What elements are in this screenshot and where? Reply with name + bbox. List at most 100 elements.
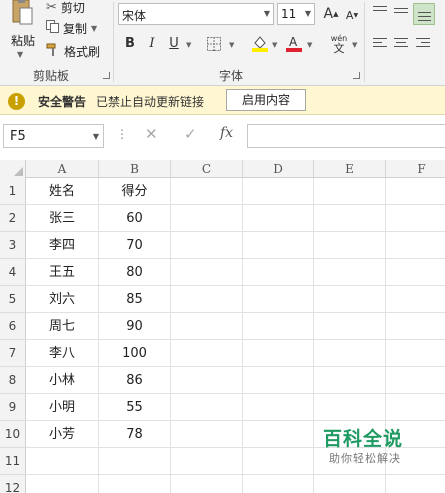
phonetic-button[interactable]: wén 文 bbox=[328, 34, 350, 55]
grid-cell[interactable]: 张三 bbox=[26, 205, 99, 232]
grid-cell[interactable] bbox=[314, 178, 386, 205]
grid-cell[interactable]: 李八 bbox=[26, 340, 99, 367]
grid-cell[interactable] bbox=[171, 286, 243, 313]
grid-cell[interactable]: 78 bbox=[99, 421, 171, 448]
align-top-icon[interactable] bbox=[373, 6, 389, 20]
grid-cell[interactable]: 小明 bbox=[26, 394, 99, 421]
grid-cell[interactable] bbox=[99, 475, 171, 493]
grid-cell[interactable] bbox=[386, 340, 445, 367]
align-center-icon[interactable] bbox=[394, 38, 410, 52]
chevron-down-icon[interactable]: ▼ bbox=[93, 132, 99, 141]
column-header-d[interactable]: D bbox=[243, 160, 314, 178]
bold-button[interactable]: B bbox=[121, 34, 139, 54]
italic-button[interactable]: I bbox=[143, 34, 161, 54]
chevron-down-icon[interactable]: ▼ bbox=[305, 9, 311, 18]
grid-cell[interactable] bbox=[243, 394, 314, 421]
grid-cell[interactable] bbox=[386, 394, 445, 421]
chevron-down-icon[interactable]: ▼ bbox=[264, 9, 270, 18]
grid-cell[interactable] bbox=[314, 259, 386, 286]
grid-cell[interactable] bbox=[171, 475, 243, 493]
grid-cell[interactable] bbox=[243, 367, 314, 394]
row-header[interactable]: 4 bbox=[0, 259, 26, 286]
grid-cell[interactable] bbox=[171, 205, 243, 232]
row-header[interactable]: 6 bbox=[0, 313, 26, 340]
column-header-f[interactable]: F bbox=[386, 160, 445, 178]
grid-cell[interactable]: 70 bbox=[99, 232, 171, 259]
grid-cell[interactable] bbox=[171, 394, 243, 421]
grid-cell[interactable] bbox=[99, 448, 171, 475]
grid-cell[interactable] bbox=[314, 313, 386, 340]
row-header[interactable]: 8 bbox=[0, 367, 26, 394]
grid-cell[interactable] bbox=[314, 475, 386, 493]
grid-cell[interactable] bbox=[26, 475, 99, 493]
border-icon[interactable] bbox=[207, 37, 221, 54]
grid-cell[interactable]: 周七 bbox=[26, 313, 99, 340]
align-right-icon[interactable] bbox=[416, 38, 432, 52]
border-dropdown-icon[interactable]: ▼ bbox=[229, 41, 234, 49]
font-color-icon[interactable]: A bbox=[285, 34, 303, 55]
grid-cell[interactable] bbox=[386, 259, 445, 286]
grid-cell[interactable]: 85 bbox=[99, 286, 171, 313]
grid-cell[interactable]: 得分 bbox=[99, 178, 171, 205]
grid-cell[interactable] bbox=[314, 340, 386, 367]
grid-cell[interactable]: 李四 bbox=[26, 232, 99, 259]
grid-cell[interactable] bbox=[243, 421, 314, 448]
enable-content-button[interactable]: 启用内容 bbox=[226, 89, 306, 111]
phonetic-dropdown-icon[interactable]: ▼ bbox=[352, 41, 357, 49]
grid-cell[interactable] bbox=[243, 448, 314, 475]
cancel-icon[interactable]: ✕ bbox=[145, 125, 158, 143]
grid-cell[interactable] bbox=[314, 394, 386, 421]
grid-cell[interactable] bbox=[386, 232, 445, 259]
grid-cell[interactable] bbox=[171, 259, 243, 286]
row-header[interactable]: 2 bbox=[0, 205, 26, 232]
row-header[interactable]: 7 bbox=[0, 340, 26, 367]
font-color-dropdown-icon[interactable]: ▼ bbox=[307, 41, 312, 49]
fill-color-icon[interactable] bbox=[251, 34, 269, 55]
row-header[interactable]: 1 bbox=[0, 178, 26, 205]
row-header[interactable]: 11 bbox=[0, 448, 26, 475]
align-bottom-icon[interactable] bbox=[413, 3, 435, 25]
grid-cell[interactable] bbox=[171, 340, 243, 367]
grid-cell[interactable]: 80 bbox=[99, 259, 171, 286]
row-header[interactable]: 3 bbox=[0, 232, 26, 259]
grid-cell[interactable] bbox=[171, 313, 243, 340]
row-header[interactable]: 10 bbox=[0, 421, 26, 448]
shrink-font-button[interactable]: A▼ bbox=[343, 6, 361, 26]
font-size-combo[interactable]: 11 ▼ bbox=[277, 3, 315, 25]
grid-cell[interactable] bbox=[243, 259, 314, 286]
grid-cell[interactable]: 60 bbox=[99, 205, 171, 232]
grid-cell[interactable]: 小芳 bbox=[26, 421, 99, 448]
grow-font-button[interactable]: A▲ bbox=[322, 4, 340, 24]
grid-cell[interactable] bbox=[386, 313, 445, 340]
grid-cell[interactable] bbox=[243, 286, 314, 313]
grid-cell[interactable] bbox=[171, 421, 243, 448]
grid-cell[interactable]: 90 bbox=[99, 313, 171, 340]
grid-cell[interactable] bbox=[386, 367, 445, 394]
font-name-combo[interactable]: 宋体 ▼ bbox=[118, 3, 274, 25]
insert-function-icon[interactable]: fx bbox=[220, 125, 233, 141]
grid-cell[interactable] bbox=[171, 448, 243, 475]
grid-cell[interactable] bbox=[243, 205, 314, 232]
column-header-e[interactable]: E bbox=[314, 160, 386, 178]
grid-cell[interactable] bbox=[26, 448, 99, 475]
grid-cell[interactable] bbox=[243, 232, 314, 259]
grid-cell[interactable] bbox=[243, 340, 314, 367]
copy-dropdown-icon[interactable]: ▼ bbox=[91, 24, 97, 33]
grid-cell[interactable]: 55 bbox=[99, 394, 171, 421]
paste-button[interactable]: 粘贴 bbox=[11, 32, 35, 49]
grid-cell[interactable] bbox=[171, 367, 243, 394]
fill-color-dropdown-icon[interactable]: ▼ bbox=[272, 41, 277, 49]
formula-input[interactable] bbox=[247, 124, 445, 148]
column-header-c[interactable]: C bbox=[171, 160, 243, 178]
grid-cell[interactable]: 小林 bbox=[26, 367, 99, 394]
paste-icon[interactable] bbox=[11, 0, 33, 26]
underline-button[interactable]: U bbox=[165, 34, 183, 54]
grid-cell[interactable] bbox=[243, 178, 314, 205]
grid-cell[interactable] bbox=[314, 367, 386, 394]
grid-cell[interactable]: 姓名 bbox=[26, 178, 99, 205]
grid-cell[interactable]: 王五 bbox=[26, 259, 99, 286]
copy-button[interactable]: 复制 ▼ bbox=[46, 18, 97, 38]
formula-bar-resize-handle[interactable]: ⋮ bbox=[116, 127, 128, 141]
grid-cell[interactable] bbox=[171, 178, 243, 205]
grid-cell[interactable] bbox=[314, 232, 386, 259]
